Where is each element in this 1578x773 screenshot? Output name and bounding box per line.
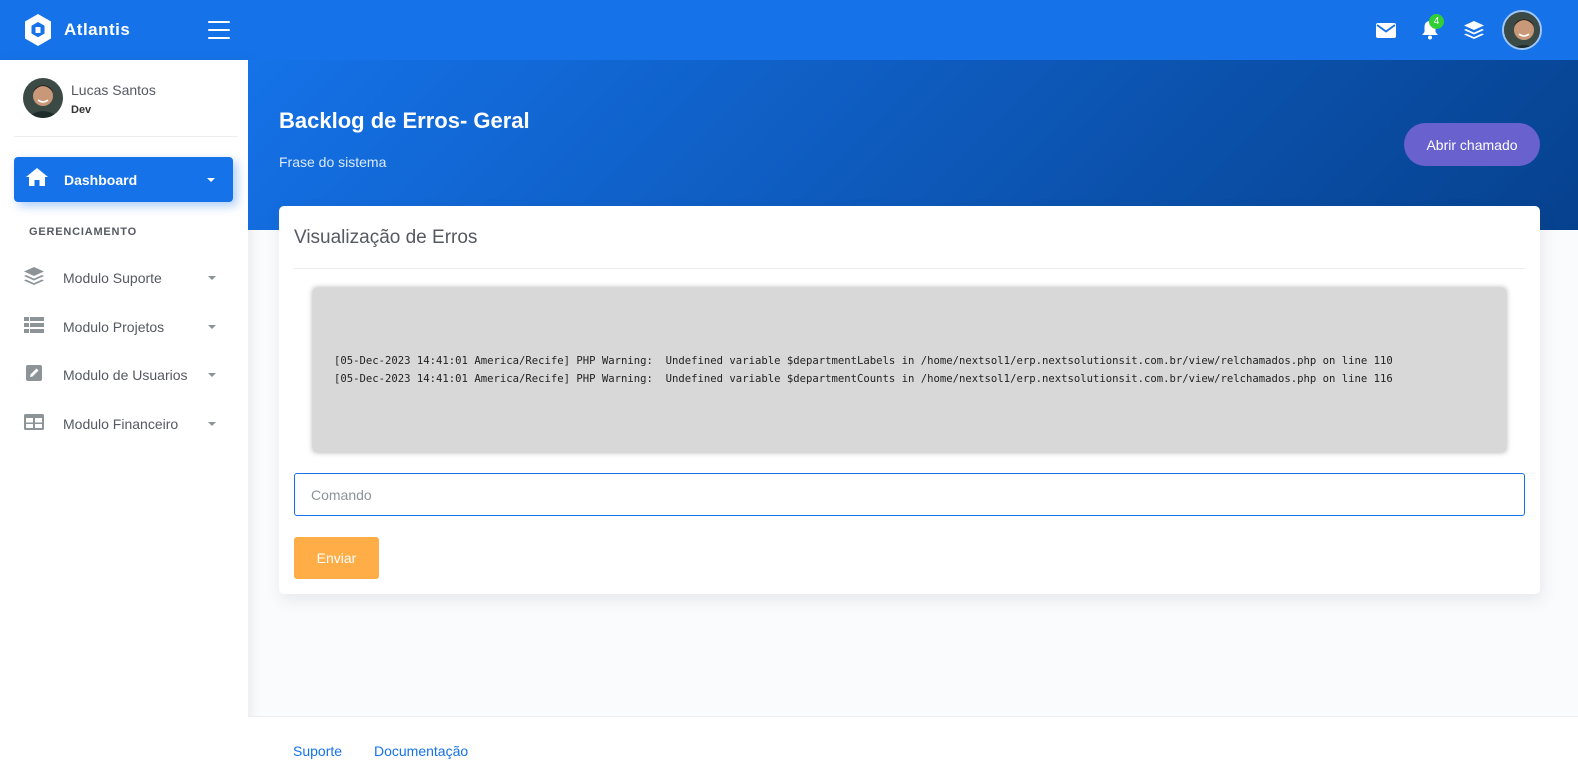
pen-square-icon — [24, 364, 44, 387]
sidebar-item-modulo-financeiro[interactable]: Modulo Financeiro — [24, 409, 224, 439]
user-profile[interactable]: Lucas Santos Dev — [14, 60, 238, 137]
user-avatar-topbar[interactable] — [1502, 10, 1542, 50]
caret-down-icon — [207, 177, 215, 182]
sidebar-item-label: Modulo Financeiro — [63, 416, 179, 432]
notification-badge: 4 — [1429, 14, 1444, 29]
caret-down-icon — [208, 373, 216, 377]
open-ticket-button[interactable]: Abrir chamado — [1404, 123, 1540, 166]
table-icon — [24, 316, 44, 338]
sidebar-item-label: Modulo de Usuarios — [63, 367, 188, 383]
sidebar-item-modulo-projetos[interactable]: Modulo Projetos — [24, 312, 224, 342]
sidebar: Lucas Santos Dev Dashboard GERENCIAMENTO… — [0, 60, 248, 773]
error-log[interactable]: [05-Dec-2023 14:41:01 America/Recife] PH… — [313, 288, 1506, 452]
brand-name[interactable]: Atlantis — [64, 20, 130, 40]
card-title: Visualização de Erros — [294, 227, 478, 248]
logo-header: Atlantis — [0, 0, 248, 60]
log-line: [05-Dec-2023 14:41:01 America/Recife] PH… — [334, 373, 1393, 385]
user-name: Lucas Santos — [71, 81, 156, 98]
atlantis-logo-icon[interactable] — [22, 12, 54, 48]
sidebar-item-modulo-suporte[interactable]: Modulo Suporte — [24, 263, 224, 293]
sidebar-item-modulo-usuarios[interactable]: Modulo de Usuarios — [24, 360, 224, 390]
card-divider — [294, 268, 1525, 269]
hamburger-icon[interactable] — [208, 21, 230, 39]
footer-link-suporte[interactable]: Suporte — [293, 743, 342, 759]
sidebar-item-label: Dashboard — [64, 171, 138, 188]
caret-down-icon — [208, 276, 216, 280]
sidebar-item-label: Modulo Suporte — [63, 270, 162, 286]
page-header-banner — [248, 60, 1578, 230]
top-navbar: 4 — [248, 0, 1578, 60]
log-line: [05-Dec-2023 14:41:01 America/Recife] PH… — [334, 355, 1393, 367]
avatar[interactable] — [23, 78, 63, 118]
home-icon — [26, 168, 48, 191]
bell-icon[interactable]: 4 — [1408, 10, 1452, 50]
send-button[interactable]: Enviar — [294, 537, 379, 579]
page-title: Backlog de Erros- Geral — [279, 108, 530, 133]
page-subtitle: Frase do sistema — [279, 154, 387, 170]
layers-icon[interactable] — [1452, 10, 1496, 50]
footer-link-documentacao[interactable]: Documentação — [374, 743, 468, 759]
error-card: Visualização de Erros [05-Dec-2023 14:41… — [279, 206, 1540, 594]
command-input[interactable] — [294, 473, 1525, 516]
footer: Suporte Documentação — [248, 716, 1578, 773]
sidebar-item-label: Modulo Projetos — [63, 319, 165, 335]
envelope-icon[interactable] — [1364, 10, 1408, 50]
sidebar-item-dashboard[interactable]: Dashboard — [14, 157, 233, 202]
caret-down-icon — [208, 422, 216, 426]
layers-icon — [24, 266, 44, 290]
caret-down-icon — [208, 325, 216, 329]
user-role: Dev — [71, 103, 92, 116]
sidebar-section-title: GERENCIAMENTO — [29, 226, 137, 238]
grid-icon — [24, 413, 44, 435]
